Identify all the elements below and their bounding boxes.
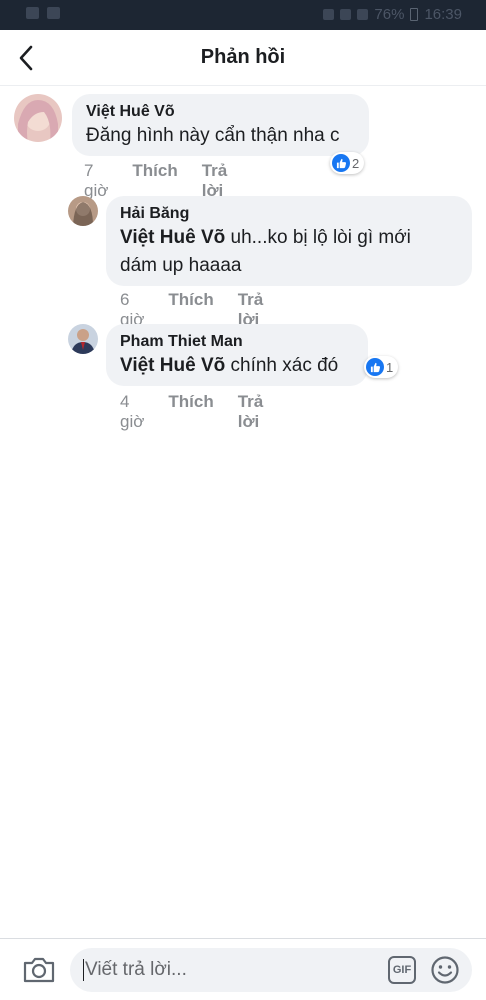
like-button[interactable]: Thích	[132, 161, 177, 201]
notification-icons	[26, 7, 60, 19]
header: Phản hồi	[0, 30, 486, 86]
comment-actions: 4 giờ Thích Trả lời	[120, 392, 263, 432]
battery-percent: 76%	[374, 6, 405, 23]
comment-text-part: uh...ko bị lộ lòi gì mới	[225, 227, 411, 248]
comment-author[interactable]: Pham Thiet Man	[120, 332, 354, 352]
mention-link[interactable]: Việt Huê Võ	[120, 355, 225, 376]
battery-icon	[410, 8, 419, 21]
avatar[interactable]	[68, 324, 98, 354]
reply-button[interactable]: Trả lời	[238, 392, 264, 432]
comment-bubble[interactable]: Pham Thiet Man Việt Huê Võ chính xác đó	[106, 324, 368, 386]
reaction-badge[interactable]: 1	[364, 356, 399, 378]
comment-time: 7 giờ	[84, 161, 109, 200]
wifi-icon	[340, 9, 352, 20]
status-bar: 76% 16:39	[0, 0, 486, 30]
reaction-count: 2	[352, 155, 360, 171]
system-indicators: 76% 16:39	[323, 6, 462, 23]
comment-actions: 7 giờ Thích Trả lời	[84, 161, 227, 201]
reaction-count: 1	[386, 359, 394, 375]
comment-bubble[interactable]: Việt Huê Võ Đăng hình này cẩn thận nha c	[72, 94, 369, 156]
comment-bubble[interactable]: Hải Băng Việt Huê Võ uh...ko bị lộ lòi g…	[106, 196, 472, 286]
comment-text: Việt Huê Võ chính xác đó	[120, 352, 354, 380]
comment-text: Việt Huê Võ uh...ko bị lộ lòi gì mới	[120, 224, 458, 252]
comment-author[interactable]: Hải Băng	[120, 204, 458, 224]
mention-link[interactable]: Việt Huê Võ	[120, 227, 225, 248]
placeholder-text: Viết trả lời...	[85, 959, 187, 981]
emoji-button[interactable]	[430, 955, 460, 985]
reaction-badge[interactable]: 2	[330, 152, 365, 174]
comment-text-line: dám up haaaa	[120, 255, 242, 276]
camera-icon	[23, 957, 55, 983]
camera-button[interactable]	[22, 955, 56, 985]
image-icon	[47, 7, 60, 19]
smiley-icon	[431, 956, 459, 984]
gif-button[interactable]: GIF	[388, 956, 416, 984]
reply-composer: Viết trả lời... GIF	[0, 938, 486, 1000]
comment-text: Đăng hình này cẩn thận nha c	[86, 125, 340, 146]
avatar[interactable]	[14, 94, 62, 142]
mute-icon	[323, 9, 335, 20]
message-icon	[26, 7, 39, 19]
reply-button[interactable]: Trả lời	[202, 161, 228, 201]
comment-text-part: chính xác đó	[225, 355, 339, 376]
reply-input-placeholder: Viết trả lời...	[83, 959, 187, 981]
clock: 16:39	[424, 6, 462, 23]
reply-input[interactable]: Viết trả lời... GIF	[70, 948, 472, 992]
avatar[interactable]	[68, 196, 98, 226]
like-reaction-icon	[366, 358, 384, 376]
comment-time: 4 giờ	[120, 392, 145, 431]
text-caret	[83, 959, 84, 981]
comment-author[interactable]: Việt Huê Võ	[86, 102, 355, 122]
like-button[interactable]: Thích	[168, 392, 213, 432]
page-title: Phản hồi	[200, 46, 286, 68]
signal-icon	[357, 9, 369, 20]
like-reaction-icon	[332, 154, 350, 172]
